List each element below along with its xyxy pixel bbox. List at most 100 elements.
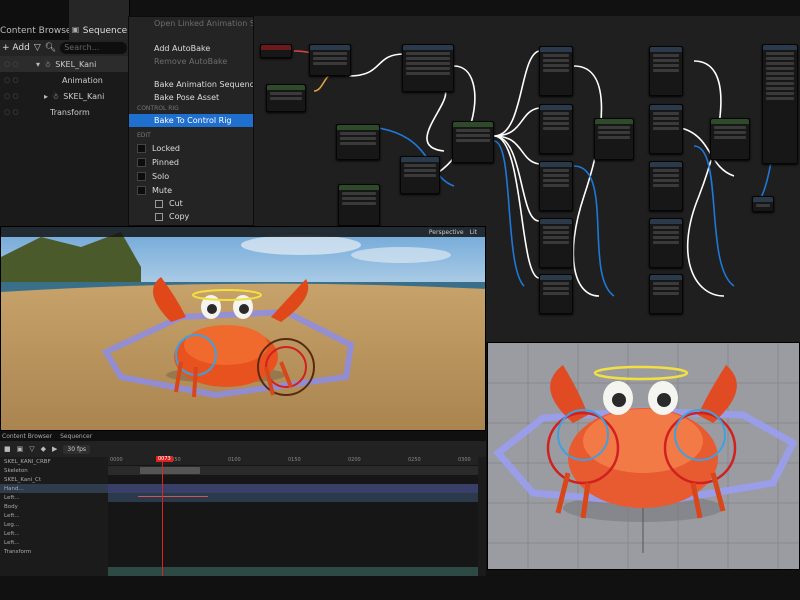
menu-item-pinned[interactable]: Pinned bbox=[129, 155, 253, 169]
track-controls: ○ ○ bbox=[4, 108, 19, 116]
lit-button[interactable]: Lit bbox=[470, 229, 477, 236]
ruler-tick: 0250 bbox=[408, 457, 421, 463]
menu-item-copy[interactable]: Copy bbox=[129, 210, 253, 223]
track-name: Transform bbox=[50, 107, 90, 117]
track-row-animation[interactable]: ○ ○ Animation bbox=[0, 72, 129, 88]
tab-sequencer[interactable]: Sequencer bbox=[60, 433, 92, 440]
menu-item-locked[interactable]: Locked bbox=[129, 141, 253, 155]
menu-item-mute[interactable]: Mute bbox=[129, 183, 253, 197]
node-set-transform-b2[interactable] bbox=[649, 104, 683, 154]
add-track-button[interactable]: + Add bbox=[2, 43, 30, 53]
track-controls: ○ ○ bbox=[4, 76, 19, 84]
camera-icon[interactable]: ▣ bbox=[17, 445, 24, 453]
node-float-value[interactable] bbox=[266, 84, 306, 112]
track-row[interactable]: Hand... bbox=[0, 484, 108, 493]
timeline-area[interactable]: 0000 0050 0100 0150 0200 0250 0300 0073 bbox=[108, 456, 478, 577]
ruler-tick: 0100 bbox=[228, 457, 241, 463]
node-get-control-c[interactable] bbox=[710, 118, 750, 160]
add-label: Add bbox=[12, 43, 30, 53]
track-row-skel-kani[interactable]: ○ ○ ▾ ☃ SKEL_Kani bbox=[0, 56, 129, 72]
node-control-value[interactable] bbox=[336, 124, 380, 160]
filter-icon[interactable]: ▽ bbox=[34, 43, 41, 53]
key-icon[interactable]: ◆ bbox=[41, 445, 46, 453]
save-icon[interactable]: ■ bbox=[4, 445, 11, 453]
wire-exec-white bbox=[493, 135, 540, 279]
node-small[interactable] bbox=[752, 196, 774, 212]
track-row[interactable]: Left... bbox=[0, 493, 108, 502]
track-row[interactable]: Left... bbox=[0, 511, 108, 520]
menu-item-solo[interactable]: Solo bbox=[129, 169, 253, 183]
node-set-transform-c[interactable] bbox=[762, 44, 798, 164]
timeline-lane-transform[interactable] bbox=[108, 567, 478, 576]
solo-checkbox[interactable] bbox=[137, 171, 146, 181]
node-set-transform-a3[interactable] bbox=[539, 161, 573, 211]
node-get-control-b[interactable] bbox=[594, 118, 634, 160]
node-set-transform-b1[interactable] bbox=[649, 46, 683, 96]
track-row[interactable]: Left... bbox=[0, 538, 108, 547]
wire-exec-white bbox=[426, 85, 447, 152]
track-row[interactable]: Body bbox=[0, 502, 108, 511]
chevron-down-icon[interactable]: ▾ bbox=[36, 60, 40, 69]
node-set-transform-b3[interactable] bbox=[649, 161, 683, 211]
menu-label: Copy bbox=[169, 212, 190, 221]
track-row[interactable]: SKEL_Kani_Ct bbox=[0, 475, 108, 484]
node-set-transform-b5[interactable] bbox=[649, 274, 683, 314]
timeline-lane-animation[interactable] bbox=[108, 484, 478, 493]
timeline-lane-keys[interactable] bbox=[108, 493, 478, 502]
node-set-transform-b4[interactable] bbox=[649, 218, 683, 268]
menu-label: Locked bbox=[152, 143, 180, 153]
playhead[interactable] bbox=[162, 457, 163, 577]
node-get-transform[interactable] bbox=[309, 44, 351, 76]
track-row[interactable]: Transform bbox=[0, 547, 108, 556]
menu-section-control-rig: CONTROL RIG bbox=[137, 105, 179, 112]
menu-item-remove-autobake: Remove AutoBake bbox=[154, 57, 228, 66]
wire-exec-white bbox=[686, 60, 725, 297]
locked-checkbox[interactable] bbox=[137, 143, 146, 153]
menu-item-add-autobake[interactable]: Add AutoBake bbox=[129, 42, 253, 55]
track-row-transform[interactable]: ○ ○ Transform bbox=[0, 104, 129, 120]
chevron-right-icon[interactable]: ▸ bbox=[36, 92, 48, 101]
section-bar[interactable] bbox=[140, 467, 200, 474]
crab-left-pupil bbox=[612, 393, 626, 407]
track-name: SKEL_Kani bbox=[55, 59, 97, 69]
viewport-beach[interactable]: Perspective Lit bbox=[0, 226, 486, 431]
node-set-transform-a4[interactable] bbox=[539, 218, 573, 268]
pinned-checkbox[interactable] bbox=[137, 157, 146, 167]
track-row[interactable]: Leg... bbox=[0, 520, 108, 529]
ruler-tick: 0200 bbox=[348, 457, 361, 463]
wire-transform bbox=[493, 140, 525, 287]
search-input[interactable]: Search... bbox=[60, 42, 127, 54]
node-modify-transforms[interactable] bbox=[400, 156, 440, 194]
menu-item-bake-pose-asset[interactable]: Bake Pose Asset bbox=[129, 91, 253, 104]
skeleton-icon: ☃ bbox=[52, 91, 60, 101]
wire-exec-white bbox=[493, 50, 540, 137]
menu-item-bake-to-control-rig[interactable]: Bake To Control Rig bbox=[129, 114, 253, 127]
menu-item-cut[interactable]: Cut bbox=[129, 197, 253, 210]
viewport-grid[interactable] bbox=[487, 342, 800, 570]
tab-sequencer[interactable]: Sequencer bbox=[68, 0, 129, 40]
node-set-transform-a2[interactable] bbox=[539, 104, 573, 154]
tab-content-browser[interactable]: Content Browser bbox=[0, 0, 69, 40]
menu-item-bake-anim-sequence[interactable]: Bake Animation Sequence bbox=[129, 78, 253, 91]
track-row[interactable]: Left... bbox=[0, 529, 108, 538]
crab-body-highlight bbox=[184, 325, 268, 365]
track-row[interactable]: Skeleton bbox=[0, 466, 108, 475]
node-set-transform-a5[interactable] bbox=[539, 274, 573, 314]
wire-transform bbox=[573, 165, 615, 297]
mute-checkbox[interactable] bbox=[137, 185, 146, 195]
node-forwards-solve[interactable] bbox=[260, 44, 292, 58]
wire-exec-white bbox=[493, 135, 540, 165]
play-icon[interactable]: ▶ bbox=[52, 445, 57, 453]
fps-dropdown[interactable]: 30 fps bbox=[63, 444, 91, 454]
tab-content-browser[interactable]: Content Browser bbox=[2, 433, 52, 440]
filter-icon[interactable]: ▽ bbox=[29, 445, 34, 453]
node-interpolate[interactable] bbox=[452, 121, 494, 163]
track-row[interactable]: SKEL_KANI_CRBF bbox=[0, 457, 108, 466]
perspective-button[interactable]: Perspective bbox=[429, 229, 464, 236]
node-set-transform[interactable] bbox=[402, 44, 454, 92]
node-set-transform-a1[interactable] bbox=[539, 46, 573, 96]
node-get-control[interactable] bbox=[338, 184, 380, 226]
track-row-skel-kani-child[interactable]: ○ ○ ▸ ☃ SKEL_Kani bbox=[0, 88, 129, 104]
cloud bbox=[241, 235, 361, 255]
crab-right-pupil bbox=[239, 304, 249, 314]
